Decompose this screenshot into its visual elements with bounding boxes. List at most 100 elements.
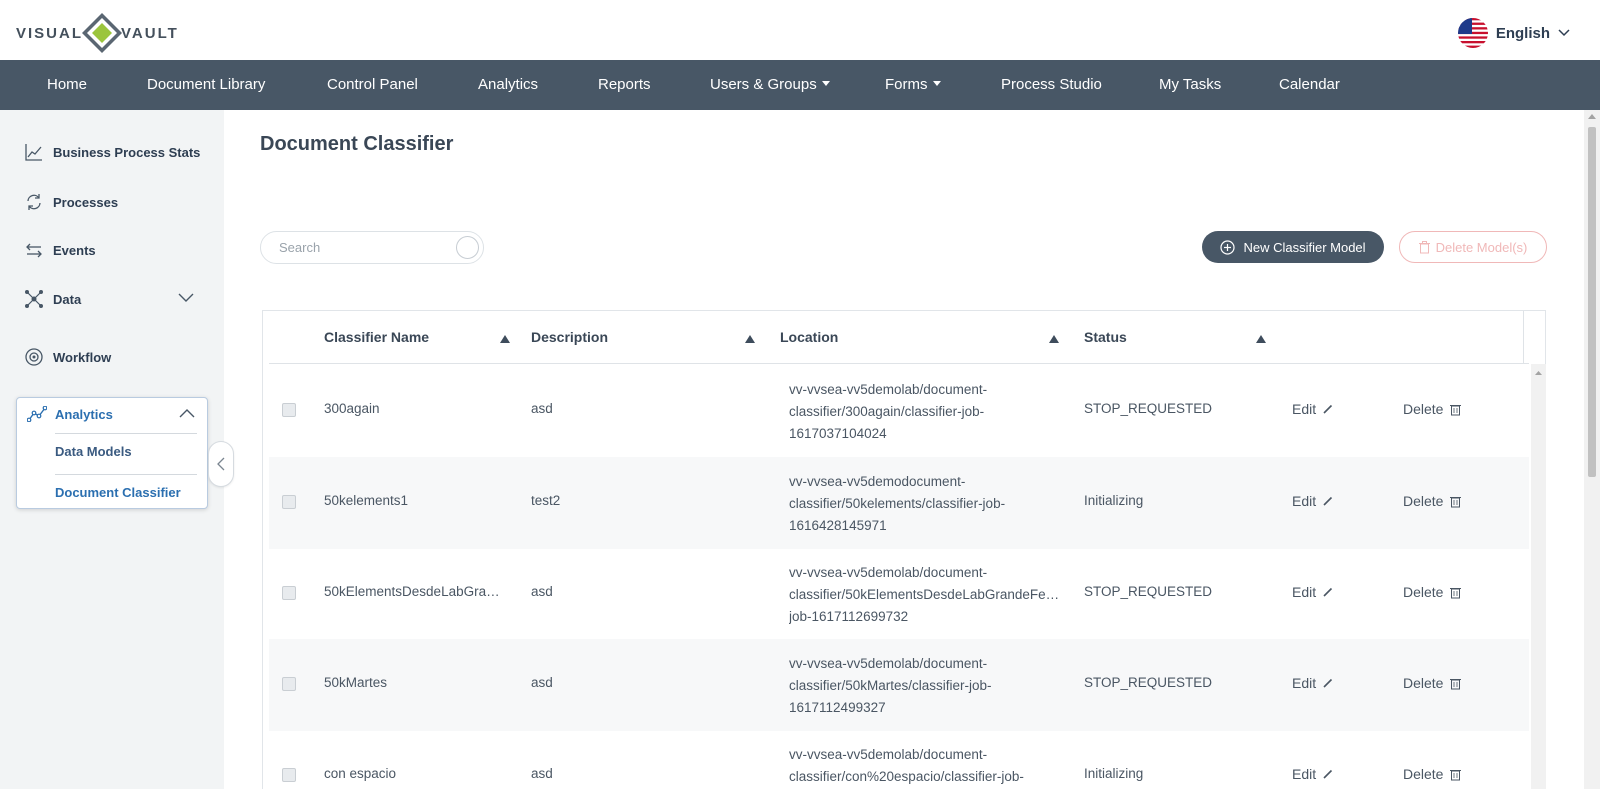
status: STOP_REQUESTED bbox=[1084, 584, 1213, 599]
sidebar-item-analytics[interactable]: Analytics bbox=[27, 406, 113, 422]
new-classifier-model-button[interactable]: New Classifier Model bbox=[1202, 231, 1384, 263]
us-flag-icon bbox=[1457, 18, 1488, 48]
nav-my-tasks[interactable]: My Tasks bbox=[1159, 60, 1221, 110]
divider bbox=[55, 474, 197, 475]
trash-icon bbox=[1450, 496, 1462, 507]
location: vv-vvsea-vv5demolab/document- classifier… bbox=[789, 382, 988, 441]
top-bar: VISUAL VAULT English bbox=[0, 0, 1600, 60]
location: vv-vvsea-vv5demolab/document- classifier… bbox=[789, 656, 992, 715]
nav-document-library[interactable]: Document Library bbox=[147, 60, 265, 110]
nav-calendar[interactable]: Calendar bbox=[1279, 60, 1340, 110]
sidebar-item-data[interactable]: Data bbox=[24, 289, 81, 309]
row-checkbox[interactable] bbox=[282, 677, 296, 691]
edit-button[interactable]: Edit bbox=[1292, 401, 1333, 417]
plus-circle-icon bbox=[1220, 239, 1236, 255]
workflow-icon bbox=[25, 348, 43, 366]
column-header-location[interactable]: Location bbox=[780, 311, 838, 364]
chevron-down-icon[interactable] bbox=[178, 293, 194, 303]
scroll-up-icon[interactable] bbox=[1531, 368, 1546, 378]
analytics-icon bbox=[27, 406, 47, 422]
analytics-submenu: Analytics Data Models Document Classifie… bbox=[16, 397, 208, 509]
status: STOP_REQUESTED bbox=[1084, 675, 1213, 690]
classifier-table: Classifier Name Description Location Sta… bbox=[262, 310, 1546, 789]
page-scrollbar[interactable] bbox=[1584, 110, 1600, 789]
sidebar-item-processes[interactable]: Processes bbox=[24, 192, 118, 212]
data-nodes-icon bbox=[25, 290, 43, 308]
caret-down-icon bbox=[932, 80, 941, 86]
location: vv-vvsea-vv5demolab/document- classifier… bbox=[789, 747, 1024, 784]
table-header: Classifier Name Description Location Sta… bbox=[269, 311, 1529, 364]
nav-process-studio[interactable]: Process Studio bbox=[1001, 60, 1102, 110]
chevron-up-icon[interactable] bbox=[179, 408, 195, 418]
location: vv-vvsea-vv5demodocument- classifier/50k… bbox=[789, 474, 1006, 533]
row-checkbox[interactable] bbox=[282, 586, 296, 600]
sidebar-collapse-button[interactable] bbox=[208, 441, 234, 487]
visualvault-logo[interactable]: VISUAL VAULT bbox=[16, 13, 179, 53]
classifier-name: con espacio bbox=[324, 766, 397, 781]
sort-asc-icon[interactable] bbox=[745, 335, 755, 343]
classifier-name: 50kelements1 bbox=[324, 493, 409, 508]
table-row: 50kMartes asd vv-vvsea-vv5demolab/docume… bbox=[269, 639, 1529, 731]
edit-button[interactable]: Edit bbox=[1292, 766, 1333, 782]
row-checkbox[interactable] bbox=[282, 495, 296, 509]
divider bbox=[1523, 311, 1524, 364]
sync-icon bbox=[27, 194, 41, 210]
sidebar-item-events[interactable]: Events bbox=[24, 240, 96, 260]
scroll-up-icon[interactable] bbox=[1584, 110, 1600, 124]
pencil-icon bbox=[1323, 769, 1333, 779]
table-row: 300again asd vv-vvsea-vv5demolab/documen… bbox=[269, 365, 1529, 457]
sidebar-link-document-classifier[interactable]: Document Classifier bbox=[55, 485, 181, 500]
sort-asc-icon[interactable] bbox=[1049, 335, 1059, 343]
language-selector[interactable]: English bbox=[1457, 18, 1570, 48]
nav-control-panel[interactable]: Control Panel bbox=[327, 60, 418, 110]
row-checkbox[interactable] bbox=[282, 768, 296, 782]
edit-button[interactable]: Edit bbox=[1292, 493, 1333, 509]
description: asd bbox=[531, 766, 553, 781]
delete-models-button[interactable]: Delete Model(s) bbox=[1399, 231, 1547, 263]
table-row: con espacio asd vv-vvsea-vv5demolab/docu… bbox=[269, 730, 1529, 789]
page-title: Document Classifier bbox=[260, 133, 454, 155]
sidebar-item-business-process-stats[interactable]: Business Process Stats bbox=[24, 142, 200, 162]
search-input[interactable] bbox=[279, 232, 439, 263]
table-row: 50kelements1 test2 vv-vvsea-vv5demodocum… bbox=[269, 457, 1529, 549]
sort-asc-icon[interactable] bbox=[1256, 335, 1266, 343]
location: vv-vvsea-vv5demolab/document- classifier… bbox=[789, 565, 1060, 624]
row-checkbox[interactable] bbox=[282, 403, 296, 417]
column-header-classifier-name[interactable]: Classifier Name bbox=[324, 311, 429, 364]
edit-button[interactable]: Edit bbox=[1292, 675, 1333, 691]
nav-analytics[interactable]: Analytics bbox=[478, 60, 538, 110]
pencil-icon bbox=[1323, 678, 1333, 688]
search-toggle[interactable] bbox=[456, 236, 479, 259]
pencil-icon bbox=[1323, 496, 1333, 506]
caret-down-icon bbox=[821, 80, 830, 86]
status: STOP_REQUESTED bbox=[1084, 401, 1213, 416]
column-header-status[interactable]: Status bbox=[1084, 311, 1127, 364]
table-scrollbar[interactable] bbox=[1531, 364, 1546, 789]
trash-icon bbox=[1450, 769, 1462, 780]
arrows-icon bbox=[26, 243, 42, 258]
trash-icon bbox=[1450, 404, 1462, 415]
delete-button[interactable]: Delete bbox=[1403, 766, 1462, 782]
sort-asc-icon[interactable] bbox=[500, 335, 510, 343]
sidebar-link-data-models[interactable]: Data Models bbox=[55, 444, 132, 459]
delete-button[interactable]: Delete bbox=[1403, 584, 1462, 600]
status: Initializing bbox=[1084, 493, 1144, 508]
chart-line-icon bbox=[25, 144, 42, 161]
trash-icon bbox=[1450, 678, 1462, 689]
nav-users-groups[interactable]: Users & Groups bbox=[710, 60, 830, 110]
sidebar-item-workflow[interactable]: Workflow bbox=[24, 347, 111, 367]
classifier-name: 50kMartes bbox=[324, 675, 388, 690]
column-header-description[interactable]: Description bbox=[531, 311, 608, 364]
scrollbar-thumb[interactable] bbox=[1588, 127, 1596, 477]
status: Initializing bbox=[1084, 766, 1144, 781]
delete-button[interactable]: Delete bbox=[1403, 675, 1462, 691]
table-row: 50kElementsDesdeLabGra… asd vv-vvsea-vv5… bbox=[269, 548, 1529, 640]
delete-button[interactable]: Delete bbox=[1403, 493, 1462, 509]
edit-button[interactable]: Edit bbox=[1292, 584, 1333, 600]
classifier-name: 50kElementsDesdeLabGra… bbox=[324, 584, 500, 599]
nav-reports[interactable]: Reports bbox=[598, 60, 651, 110]
logo-text-right: VAULT bbox=[121, 24, 179, 42]
nav-forms[interactable]: Forms bbox=[885, 60, 941, 110]
delete-button[interactable]: Delete bbox=[1403, 401, 1462, 417]
nav-home[interactable]: Home bbox=[47, 60, 87, 110]
